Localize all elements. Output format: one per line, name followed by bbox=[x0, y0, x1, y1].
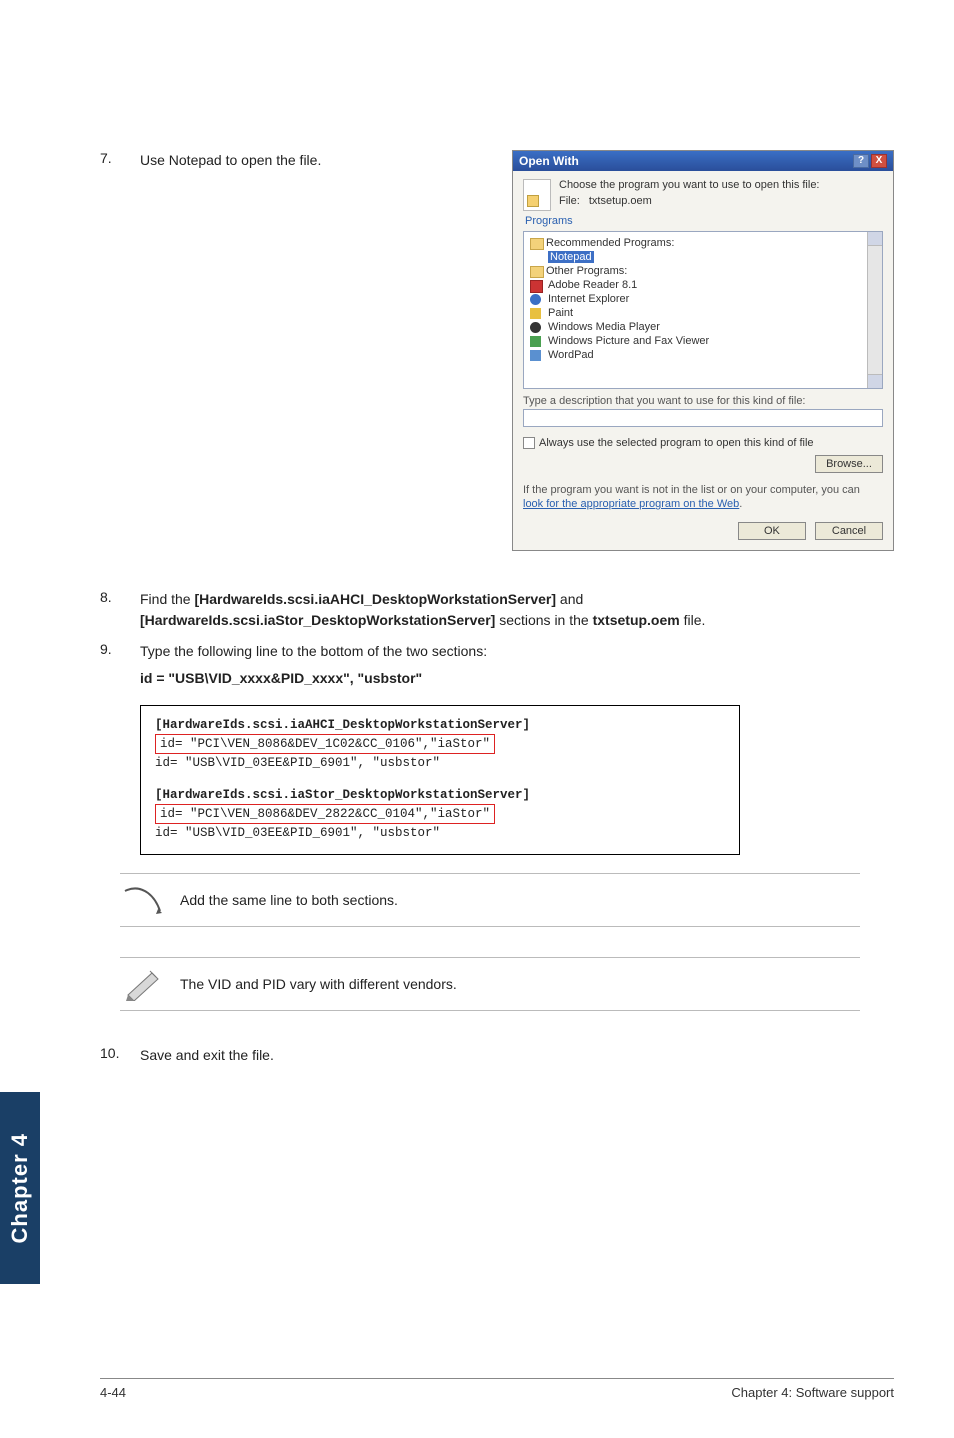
file-type-icon bbox=[523, 179, 551, 211]
description-label: Type a description that you want to use … bbox=[523, 395, 883, 407]
chapter-title: Chapter 4: Software support bbox=[731, 1385, 894, 1400]
program-notepad[interactable]: Notepad bbox=[530, 250, 876, 264]
step7-text: Use Notepad to open the file. bbox=[140, 150, 440, 171]
dialog-title: Open With bbox=[519, 154, 579, 168]
programs-label: Programs bbox=[525, 215, 883, 227]
open-with-dialog: Open With ? X Choose the program you wan… bbox=[512, 150, 894, 551]
step10-text: Save and exit the file. bbox=[140, 1045, 894, 1066]
step8-text: Find the [HardwareIds.scsi.iaAHCI_Deskto… bbox=[140, 589, 894, 631]
program-wordpad[interactable]: WordPad bbox=[530, 348, 876, 362]
scroll-down-icon[interactable] bbox=[868, 374, 882, 388]
program-ie[interactable]: Internet Explorer bbox=[530, 292, 876, 306]
pencil-icon bbox=[120, 966, 166, 1002]
dialog-instruction: Choose the program you want to use to op… bbox=[559, 179, 820, 191]
code-line: id= "USB\VID_03EE&PID_6901", "usbstor" bbox=[155, 754, 725, 772]
file-label: File: bbox=[559, 195, 580, 207]
page-number: 4-44 bbox=[100, 1385, 126, 1400]
web-hint-text: If the program you want is not in the li… bbox=[523, 484, 860, 496]
scrollbar[interactable] bbox=[867, 232, 882, 388]
always-use-checkbox[interactable] bbox=[523, 437, 535, 449]
file-name: txtsetup.oem bbox=[589, 195, 652, 207]
description-input[interactable] bbox=[523, 409, 883, 427]
cancel-button[interactable]: Cancel bbox=[815, 522, 883, 540]
other-programs-header: Other Programs: bbox=[530, 264, 876, 278]
note-block: Add the same line to both sections. bbox=[120, 873, 860, 927]
step10-number: 10. bbox=[100, 1045, 140, 1066]
program-list[interactable]: Recommended Programs: Notepad Other Prog… bbox=[523, 231, 883, 389]
program-paint[interactable]: Paint bbox=[530, 306, 876, 320]
code-line-highlighted: id= "PCI\VEN_8086&DEV_1C02&CC_0106","iaS… bbox=[155, 734, 495, 754]
chapter-side-tab: Chapter 4 bbox=[0, 1092, 40, 1284]
code-line-highlighted: id= "PCI\VEN_8086&DEV_2822&CC_0104","iaS… bbox=[155, 804, 495, 824]
page-footer: 4-44 Chapter 4: Software support bbox=[100, 1378, 894, 1400]
note-icon bbox=[120, 882, 166, 918]
code-line: [HardwareIds.scsi.iaStor_DesktopWorkstat… bbox=[155, 786, 725, 804]
step9-text: Type the following line to the bottom of… bbox=[140, 641, 894, 689]
program-wmp[interactable]: Windows Media Player bbox=[530, 320, 876, 334]
note-block: The VID and PID vary with different vend… bbox=[120, 957, 860, 1011]
code-line: id= "USB\VID_03EE&PID_6901", "usbstor" bbox=[155, 824, 725, 842]
code-line: [HardwareIds.scsi.iaAHCI_DesktopWorkstat… bbox=[155, 716, 725, 734]
code-example-box: [HardwareIds.scsi.iaAHCI_DesktopWorkstat… bbox=[140, 705, 740, 856]
close-icon[interactable]: X bbox=[871, 154, 887, 168]
ok-button[interactable]: OK bbox=[738, 522, 806, 540]
help-icon[interactable]: ? bbox=[853, 154, 869, 168]
web-lookup-link[interactable]: look for the appropriate program on the … bbox=[523, 498, 739, 510]
browse-button[interactable]: Browse... bbox=[815, 455, 883, 473]
program-adobe[interactable]: Adobe Reader 8.1 bbox=[530, 278, 876, 292]
scroll-up-icon[interactable] bbox=[868, 232, 882, 246]
always-use-label: Always use the selected program to open … bbox=[539, 437, 814, 449]
step9-number: 9. bbox=[100, 641, 140, 689]
note-text: Add the same line to both sections. bbox=[180, 892, 398, 908]
recommended-programs-header: Recommended Programs: bbox=[530, 236, 876, 250]
step8-number: 8. bbox=[100, 589, 140, 631]
program-fax[interactable]: Windows Picture and Fax Viewer bbox=[530, 334, 876, 348]
step7-number: 7. bbox=[100, 150, 140, 166]
note-text: The VID and PID vary with different vend… bbox=[180, 976, 457, 992]
